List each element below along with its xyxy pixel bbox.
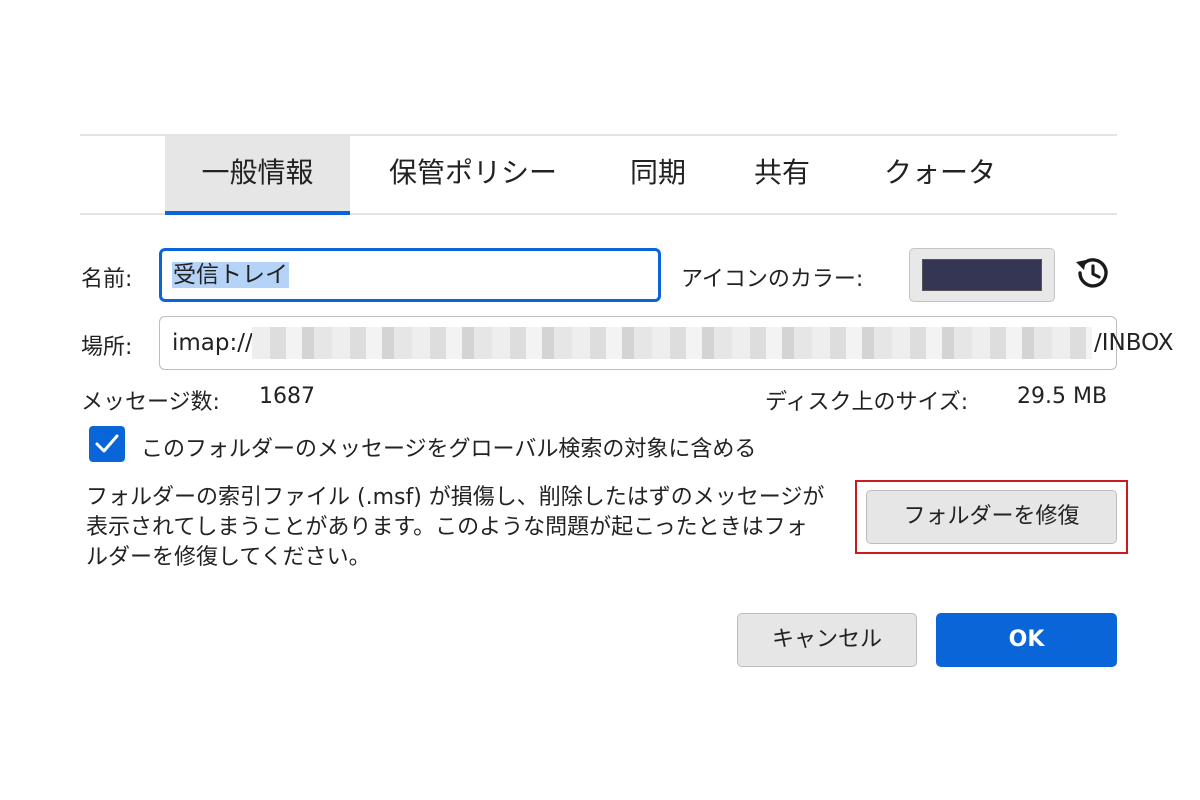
tab-retention-policy[interactable]: 保管ポリシー	[368, 136, 578, 213]
location-redacted	[252, 327, 1092, 359]
tab-sharing[interactable]: 共有	[732, 136, 832, 213]
global-search-label[interactable]: このフォルダーのメッセージをグローバル検索の対象に含める	[141, 431, 756, 463]
history-reset-icon[interactable]	[1071, 252, 1113, 294]
disk-size-value: 29.5 MB	[1017, 384, 1108, 409]
tab-bar: 一般情報 保管ポリシー 同期 共有 クォータ	[80, 136, 1117, 215]
folder-name-value: 受信トレイ	[172, 262, 289, 288]
location-suffix: /INBOX	[1094, 330, 1174, 356]
folder-properties-dialog: 一般情報 保管ポリシー 同期 共有 クォータ 名前: 受信トレイ アイコンのカラ…	[0, 0, 1200, 800]
global-search-checkbox[interactable]	[89, 426, 125, 462]
disk-size-label: ディスク上のサイズ:	[765, 390, 969, 415]
location-field[interactable]: imap:// /INBOX	[159, 316, 1174, 370]
message-count-value: 1687	[259, 384, 315, 409]
tab-synchronization[interactable]: 同期	[608, 136, 708, 213]
cancel-button[interactable]: キャンセル	[737, 613, 917, 667]
icon-color-label: アイコンのカラー:	[681, 267, 864, 292]
name-label: 名前:	[81, 267, 133, 292]
icon-color-picker[interactable]	[909, 248, 1055, 302]
icon-color-swatch	[922, 259, 1042, 291]
location-label: 場所:	[81, 335, 133, 360]
location-prefix: imap://	[172, 330, 253, 356]
tab-quota[interactable]: クォータ	[870, 136, 1010, 213]
repair-description: フォルダーの索引ファイル (.msf) が損傷し、削除したはずのメッセージが表示…	[86, 485, 825, 570]
ok-button[interactable]: OK	[936, 613, 1117, 667]
message-count-label: メッセージ数:	[81, 390, 220, 415]
tab-general[interactable]: 一般情報	[165, 136, 350, 215]
checkmark-icon	[95, 434, 119, 453]
folder-name-input[interactable]: 受信トレイ	[159, 248, 661, 302]
repair-folder-button[interactable]: フォルダーを修復	[866, 490, 1117, 544]
